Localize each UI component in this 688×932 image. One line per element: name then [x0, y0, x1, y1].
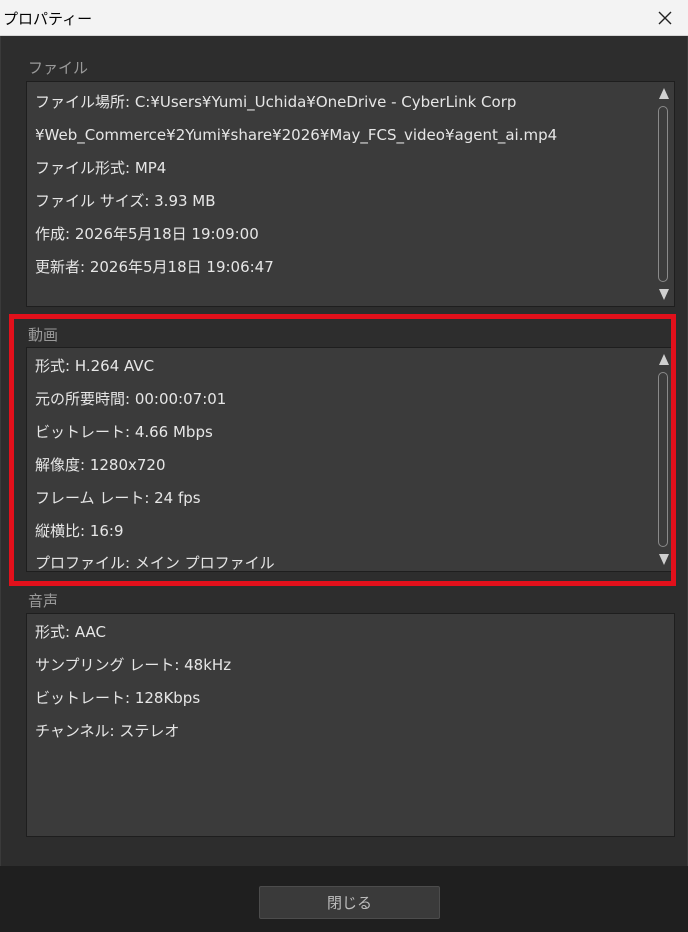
- duration-row: 元の所要時間: 00:00:07:01: [35, 390, 227, 408]
- properties-content: ファイル ファイル場所: C:¥Users¥Yumi_Uchida¥OneDri…: [0, 36, 688, 866]
- dialog-footer: 閉じる: [0, 866, 688, 932]
- scroll-up-arrow-icon[interactable]: [659, 88, 669, 99]
- audio-bitrate-row: ビットレート: 128Kbps: [35, 689, 201, 707]
- title-bar: プロパティー: [0, 0, 688, 36]
- file-scrollbar[interactable]: [654, 82, 674, 306]
- scroll-thumb[interactable]: [658, 106, 668, 282]
- channel-row: チャンネル: ステレオ: [35, 722, 180, 740]
- window-title: プロパティー: [3, 10, 93, 28]
- frame-rate-row: フレーム レート: 24 fps: [35, 489, 201, 507]
- video-info-panel: 形式: H.264 AVC 元の所要時間: 00:00:07:01 ビットレート…: [26, 347, 675, 572]
- video-section-label: 動画: [28, 326, 59, 344]
- scroll-up-arrow-icon[interactable]: [659, 354, 669, 365]
- profile-row: プロファイル: メイン プロファイル: [35, 554, 275, 572]
- scroll-down-arrow-icon[interactable]: [659, 289, 669, 300]
- created-row: 作成: 2026年5月18日 19:09:00: [35, 225, 259, 243]
- file-location-continued-row: ¥Web_Commerce¥2Yumi¥share¥2026¥May_FCS_v…: [35, 126, 558, 144]
- sampling-rate-row: サンプリング レート: 48kHz: [35, 656, 232, 674]
- file-format-row: ファイル形式: MP4: [35, 159, 167, 177]
- file-section-label: ファイル: [28, 59, 89, 77]
- audio-format-row: 形式: AAC: [35, 623, 106, 641]
- audio-info-panel: 形式: AAC サンプリング レート: 48kHz ビットレート: 128Kbp…: [26, 613, 675, 837]
- scroll-thumb[interactable]: [658, 372, 668, 547]
- close-button[interactable]: 閉じる: [259, 886, 440, 919]
- scroll-down-arrow-icon[interactable]: [659, 554, 669, 565]
- video-bitrate-row: ビットレート: 4.66 Mbps: [35, 423, 213, 441]
- file-size-row: ファイル サイズ: 3.93 MB: [35, 192, 216, 210]
- close-icon: [658, 11, 672, 24]
- file-location-row: ファイル場所: C:¥Users¥Yumi_Uchida¥OneDrive - …: [35, 93, 517, 111]
- file-info-panel: ファイル場所: C:¥Users¥Yumi_Uchida¥OneDrive - …: [26, 81, 675, 307]
- modified-row: 更新者: 2026年5月18日 19:06:47: [35, 258, 274, 276]
- video-format-row: 形式: H.264 AVC: [35, 357, 155, 375]
- audio-section-label: 音声: [28, 592, 59, 610]
- aspect-ratio-row: 縦横比: 16:9: [35, 522, 124, 540]
- video-scrollbar[interactable]: [654, 348, 674, 571]
- resolution-row: 解像度: 1280x720: [35, 456, 166, 474]
- close-window-button[interactable]: [642, 0, 688, 35]
